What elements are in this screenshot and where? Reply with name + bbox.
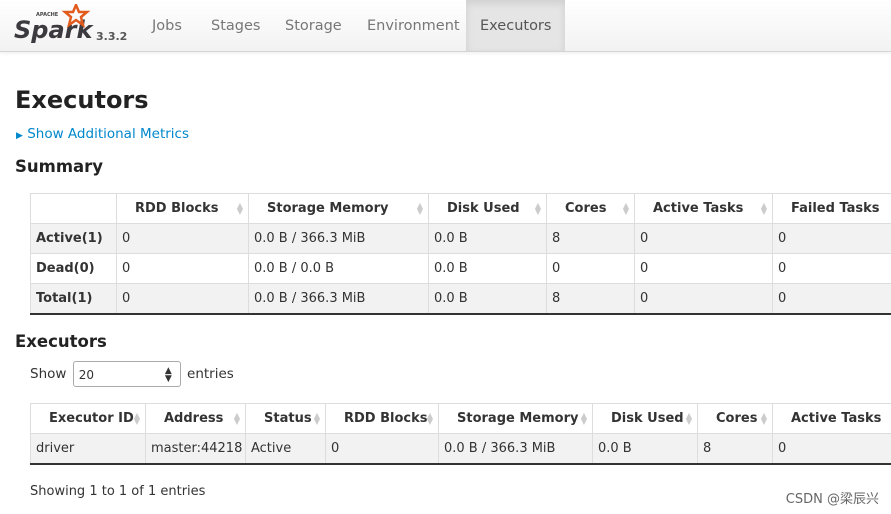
column-header[interactable]: Storage Memory ▲ ▼ <box>248 193 429 224</box>
column-header[interactable]: Active Tasks ▲▼ <box>634 193 773 224</box>
column-header-label: RDD Blocks <box>135 201 219 216</box>
column-header[interactable] <box>30 193 117 224</box>
table-row: driver master:44218 Active 0 0.0 B / 366.3 M… <box>30 433 891 465</box>
table-cell: 0 <box>634 253 773 284</box>
column-header[interactable]: Failed Tasks▲▼ <box>772 193 891 224</box>
table-row: Total(1) 0 0.0 B / 366.3 MiB 0.0 B800 <box>30 283 891 315</box>
table-info: Showing 1 to 1 of 1 entries <box>30 484 206 499</box>
sort-icon: ▲ ▼ <box>685 411 692 426</box>
sort-icon: ▲ ▼ <box>236 201 243 216</box>
caret-right-icon: ▶ <box>16 131 23 141</box>
column-header-label: Address <box>164 411 224 426</box>
table-cell: 0 <box>325 433 439 465</box>
column-header-label: Disk Used <box>447 201 520 216</box>
table-cell: 0.0 B / 0.0 B <box>248 253 429 284</box>
column-header-label: Status <box>264 411 312 426</box>
tab-environment[interactable]: Environment <box>353 0 474 51</box>
sort-icon: ▲ ▼ <box>760 411 767 426</box>
tab-storage[interactable]: Storage <box>271 0 356 51</box>
sort-icon: ▲ ▼ <box>313 411 320 426</box>
column-header[interactable]: Active Tasks▲▼ <box>772 403 891 434</box>
column-header-label: Failed Tasks <box>791 201 880 216</box>
table-cell: 8 <box>697 433 773 465</box>
additional-metrics-label: Show Additional Metrics <box>27 126 190 142</box>
table-cell: Total(1) <box>30 283 117 315</box>
table-cell: 0.0 B <box>428 283 547 315</box>
spark-version: 3.3.2 <box>96 30 128 43</box>
table-cell: 0.0 B / 366.3 MiB <box>248 283 429 315</box>
column-header-label: Cores <box>716 411 758 426</box>
table-cell: driver <box>30 433 146 465</box>
table-cell: 0.0 B / 366.3 MiB <box>248 223 429 254</box>
column-header[interactable]: Disk Used ▲ ▼ <box>428 193 547 224</box>
column-header[interactable]: RDD Blocks ▲ ▼ <box>116 193 249 224</box>
table-cell: 0 <box>116 253 249 284</box>
column-header-label: Disk Used <box>611 411 684 426</box>
column-header[interactable]: Cores ▲ ▼ <box>697 403 773 434</box>
sort-icon: ▲ ▼ <box>760 201 767 216</box>
summary-title: Summary <box>15 157 104 176</box>
table-cell: Dead(0) <box>30 253 117 284</box>
tab-jobs[interactable]: Jobs <box>138 0 196 51</box>
table-cell: 0 <box>634 223 773 254</box>
table-cell: 0 <box>634 283 773 315</box>
executors-title: Executors <box>15 332 107 351</box>
table-cell: 0 <box>772 283 891 315</box>
table-cell: master:44218 <box>145 433 246 465</box>
entries-value: 20 <box>78 368 95 382</box>
executors-table: Executor ID ▲ ▼ Address ▲ ▼ Status ▲ ▼ RDD Blocks… <box>30 403 891 465</box>
table-cell: 0.0 B <box>428 253 547 284</box>
tab-executors[interactable]: Executors <box>466 0 566 51</box>
sort-icon: ▲ ▼ <box>233 411 240 426</box>
sort-icon: ▲ ▼ <box>622 201 629 216</box>
select-arrows-icon: ▲ ▼ <box>164 366 172 384</box>
summary-table: RDD Blocks ▲ ▼ Storage Memory ▲ ▼ Disk Used ▲ ▼ C… <box>30 193 891 315</box>
column-header-label: Storage Memory <box>267 201 389 216</box>
watermark: CSDN @梁辰兴 <box>785 492 879 507</box>
table-cell: 0.0 B / 366.3 MiB <box>438 433 593 465</box>
sort-icon: ▲ ▼ <box>416 201 423 216</box>
sort-icon: ▲ ▼ <box>426 411 433 426</box>
column-header[interactable]: Address ▲ ▼ <box>145 403 246 434</box>
table-cell: 0 <box>546 253 635 284</box>
entries-length-control: Show 20 ▲ ▼ entries <box>30 361 234 387</box>
sort-icon: ▲ ▼ <box>580 411 587 426</box>
table-cell: 0 <box>116 223 249 254</box>
entries-select[interactable]: 20 ▲ ▼ <box>72 361 181 387</box>
table-cell: 8 <box>546 283 635 315</box>
table-cell: 0 <box>772 223 891 254</box>
column-header-label: Active Tasks <box>791 411 882 426</box>
page-title: Executors <box>15 86 149 114</box>
table-row: Active(1) 0 0.0 B / 366.3 MiB 0.0 B800 <box>30 223 891 254</box>
sort-icon: ▲ ▼ <box>534 201 541 216</box>
table-cell: 0 <box>772 433 891 465</box>
show-additional-metrics-link[interactable]: ▶ Show Additional Metrics <box>16 126 189 142</box>
table-row: Dead(0) 0 0.0 B / 0.0 B 0.0 B000 <box>30 253 891 284</box>
column-header-label: RDD Blocks <box>344 411 428 426</box>
sort-icon: ▲ ▼ <box>133 411 140 426</box>
top-navbar: APACHE Spark 3.3.2 Jobs Stages Storage E… <box>0 0 891 52</box>
column-header[interactable]: Disk Used ▲ ▼ <box>592 403 698 434</box>
column-header-label: Active Tasks <box>653 201 744 216</box>
table-cell: 0.0 B <box>592 433 698 465</box>
spark-logo[interactable]: APACHE Spark <box>14 4 94 44</box>
column-header[interactable]: RDD Blocks ▲ ▼ <box>325 403 439 434</box>
entries-label: entries <box>187 366 234 382</box>
table-cell: 8 <box>546 223 635 254</box>
column-header[interactable]: Status ▲ ▼ <box>245 403 326 434</box>
column-header-label: Cores <box>565 201 607 216</box>
show-label: Show <box>30 366 67 382</box>
column-header[interactable]: Executor ID ▲ ▼ <box>30 403 146 434</box>
table-cell: Active <box>245 433 326 465</box>
column-header-label: Executor ID <box>49 411 134 426</box>
table-cell: 0 <box>772 253 891 284</box>
column-header[interactable]: Cores ▲ ▼ <box>546 193 635 224</box>
table-cell: Active(1) <box>30 223 117 254</box>
tab-stages[interactable]: Stages <box>197 0 274 51</box>
table-cell: 0 <box>116 283 249 315</box>
column-header-label: Storage Memory <box>457 411 579 426</box>
table-cell: 0.0 B <box>428 223 547 254</box>
column-header[interactable]: Storage Memory ▲ ▼ <box>438 403 593 434</box>
